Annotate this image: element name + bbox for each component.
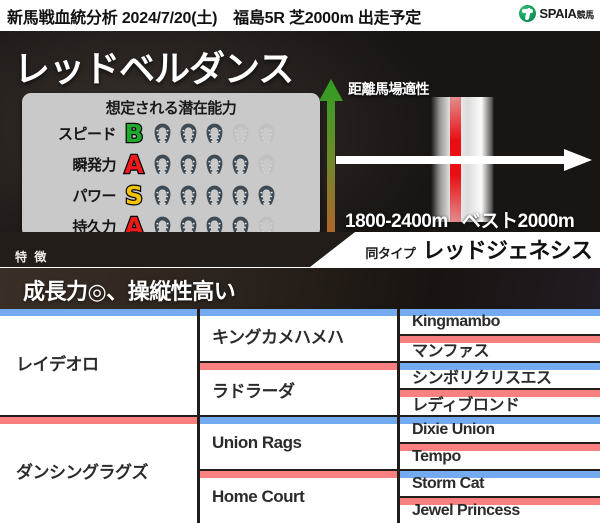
feature-label: 特 徴 [15, 250, 49, 264]
horseshoe-icon [206, 185, 223, 205]
hero-panel: レッドベルダンス 想定される潜在能力 スピード B 瞬発力 A パワー S 持久力 A 距離馬… [0, 31, 600, 245]
pedigree-horse-name: シンボリクリスエス [412, 369, 552, 387]
pedigree-horse-name: Union Rags [212, 433, 302, 452]
pedigree-cell: Kingmambo [400, 309, 600, 336]
horseshoe-icon [206, 123, 223, 143]
ability-shoe-meter [150, 121, 279, 146]
horseshoe-icon [258, 154, 275, 174]
pedigree-column-generation-1: レイデオロダンシングラグズ [0, 309, 200, 523]
spaia-logo: SPAIA競馬 [519, 5, 594, 22]
pedigree-horse-name: Home Court [212, 487, 305, 506]
ability-grade: S [124, 181, 144, 210]
pedigree-horse-name: キングカメハメハ [212, 327, 344, 347]
pedigree-line-marker [0, 309, 197, 316]
ability-card: 想定される潜在能力 スピード B 瞬発力 A パワー S 持久力 A [22, 93, 320, 240]
horseshoe-icon [232, 154, 249, 174]
ability-label: スピード [57, 126, 117, 143]
horseshoe-icon [258, 185, 275, 205]
feature-text: 成長力◎、操縦性高い [23, 279, 236, 304]
horseshoe-icon [154, 154, 171, 174]
ability-grade: B [123, 119, 144, 148]
pedigree-cell: レディブロンド [400, 390, 600, 417]
pedigree-horse-name: Kingmambo [412, 312, 500, 330]
ability-card-title: 想定される潜在能力 [105, 100, 237, 117]
pedigree-horse-name: ダンシングラグズ [16, 462, 149, 482]
pedigree-cell: レイデオロ [0, 309, 197, 417]
pedigree-line-marker [0, 417, 197, 424]
pedigree-line-marker [200, 309, 397, 316]
spaia-logo-text: SPAIA競馬 [539, 6, 594, 21]
same-type-value: レッドジェネシス [422, 238, 592, 263]
page-title: 新馬戦血統分析 2024/7/20(土) 福島5R 芝2000m 出走予定 [7, 9, 422, 27]
pedigree-cell: Dixie Union [400, 417, 600, 444]
pedigree-analysis-graphic: 新馬戦血統分析 2024/7/20(土) 福島5R 芝2000m 出走予定 SP… [0, 0, 600, 523]
pedigree-cell: Jewel Princess [400, 498, 600, 523]
logo-brand: SPAIA [539, 6, 577, 21]
aptitude-horizontal-arrow-icon [336, 149, 592, 171]
ability-shoe-meter [150, 152, 279, 177]
pedigree-cell: Storm Cat [400, 471, 600, 498]
pedigree-horse-name: Jewel Princess [412, 501, 520, 519]
aptitude-label: 距離馬場適性 [348, 81, 430, 97]
pedigree-line-marker [200, 471, 397, 478]
ability-rows: スピード B 瞬発力 A パワー S 持久力 A [22, 118, 320, 242]
pedigree-cell: シンボリクリスエス [400, 363, 600, 390]
horseshoe-icon [154, 123, 171, 143]
pedigree-cell: Home Court [200, 471, 397, 523]
pedigree-horse-name: Tempo [412, 447, 461, 465]
pedigree-horse-name: Storm Cat [412, 474, 484, 492]
horseshoe-icon [232, 123, 249, 143]
logo-brand-jp: 競馬 [576, 10, 595, 20]
ability-label: パワー [72, 188, 116, 205]
pedigree-cell: Tempo [400, 444, 600, 471]
horse-name: レッドベルダンス [14, 48, 294, 89]
spaia-logo-icon [519, 5, 537, 22]
pedigree-cell: ダンシングラグズ [0, 417, 197, 523]
horseshoe-icon [258, 123, 275, 143]
horseshoe-icon [154, 185, 171, 205]
ability-label: 瞬発力 [72, 157, 116, 174]
ability-row: パワー S [22, 180, 320, 211]
horseshoe-icon [206, 154, 223, 174]
pedigree-cell: Union Rags [200, 417, 397, 471]
page-header: 新馬戦血統分析 2024/7/20(土) 福島5R 芝2000m 出走予定 SP… [0, 0, 600, 32]
pedigree-horse-name: レディブロンド [412, 396, 520, 414]
pedigree-column-generation-2: キングカメハメハ ラドラーダ Union Rags Home Court [200, 309, 400, 523]
hero-angled-cut [0, 232, 355, 267]
pedigree-line-marker [200, 417, 397, 424]
ability-shoe-meter [150, 183, 279, 208]
same-type-label: 同タイプ [365, 246, 416, 261]
pedigree-cell: マンファス [400, 336, 600, 363]
pedigree-horse-name: Dixie Union [412, 420, 495, 438]
pedigree-horse-name: ラドラーダ [212, 381, 295, 401]
pedigree-horse-name: レイデオロ [16, 354, 99, 374]
pedigree-line-marker [200, 363, 397, 370]
pedigree-cell: キングカメハメハ [200, 309, 397, 363]
ability-row: スピード B [22, 118, 320, 149]
same-type-group: 同タイプ レッドジェネシス [365, 233, 592, 265]
pedigree-table: レイデオロダンシングラグズ キングカメハメハ ラドラーダ Union Rags Hom… [0, 309, 600, 523]
horseshoe-icon [232, 185, 249, 205]
pedigree-cell: ラドラーダ [200, 363, 397, 417]
horseshoe-icon [180, 154, 197, 174]
pedigree-column-generation-3: Kingmambo マンファスシンボリクリスエス レディブロンド Dixie Unio… [400, 309, 600, 523]
horseshoe-icon [180, 123, 197, 143]
horseshoe-icon [180, 185, 197, 205]
ability-grade: A [123, 150, 145, 179]
pedigree-horse-name: マンファス [412, 342, 490, 360]
ability-row: 瞬発力 A [22, 149, 320, 180]
